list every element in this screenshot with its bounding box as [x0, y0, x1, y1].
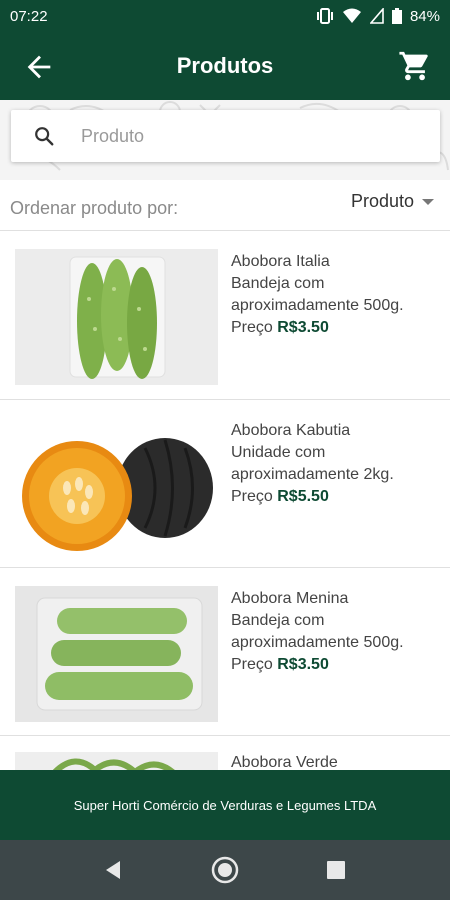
product-item[interactable]: Abobora Italia Bandeja com aproximadamen…	[0, 231, 450, 399]
product-image-abobora-kabutia	[15, 418, 218, 554]
product-name: Abobora Kabutia	[231, 422, 351, 439]
price-value: R$3.50	[277, 656, 329, 673]
system-navigation-bar	[0, 840, 450, 900]
price-label: Preço	[231, 656, 273, 673]
product-info: Abobora Menina Bandeja com aproximadamen…	[231, 588, 441, 676]
price-value: R$5.50	[277, 488, 329, 505]
app-bar: Produtos	[0, 32, 450, 100]
price-label: Preço	[231, 319, 273, 336]
product-name: Abobora Italia	[231, 253, 330, 270]
page-title: Produtos	[176, 53, 274, 78]
product-image-abobora-menina	[15, 586, 218, 722]
sort-row: Ordenar produto por: Produto	[0, 180, 450, 230]
status-time: 07:22	[10, 7, 48, 25]
footer: Super Horti Comércio de Verduras e Legum…	[0, 770, 450, 840]
battery-percent: 84%	[409, 7, 440, 25]
product-item[interactable]: Abobora Verde	[0, 736, 450, 770]
product-info: Abobora Italia Bandeja com aproximadamen…	[231, 251, 441, 339]
product-item[interactable]: Abobora Kabutia Unidade com aproximadame…	[0, 400, 450, 568]
product-desc-line1: Bandeja com	[231, 275, 325, 292]
battery-icon	[391, 8, 402, 24]
home-circle-icon[interactable]	[211, 856, 239, 884]
vibrate-icon	[316, 8, 333, 24]
product-info: Abobora Verde	[231, 752, 441, 770]
status-icons: 84%	[316, 8, 440, 25]
sort-label: Ordenar produto por:	[10, 198, 179, 218]
sort-selected-value: Produto	[350, 191, 414, 211]
product-desc-line2: aproximadamente 500g.	[231, 297, 404, 314]
chevron-down-icon	[422, 198, 434, 205]
wifi-icon	[342, 8, 361, 23]
product-desc-line1: Bandeja com	[231, 612, 325, 629]
product-price: Preço R$3.50	[231, 654, 441, 676]
search-icon	[35, 127, 54, 146]
sort-dropdown[interactable]: Produto	[351, 191, 434, 212]
search-input[interactable]	[79, 124, 403, 148]
arrow-left-icon[interactable]	[22, 50, 56, 84]
signal-icon	[369, 8, 384, 24]
product-name: Abobora Menina	[231, 590, 349, 607]
price-value: R$3.50	[277, 319, 329, 336]
cart-icon[interactable]	[398, 49, 432, 83]
product-image-abobora-verde	[15, 752, 218, 770]
footer-company-name: Super Horti Comércio de Verduras e Legum…	[73, 797, 377, 813]
price-label: Preço	[231, 488, 273, 505]
product-price: Preço R$5.50	[231, 486, 441, 508]
product-name: Abobora Verde	[231, 754, 338, 770]
product-item[interactable]: Abobora Menina Bandeja com aproximadamen…	[0, 568, 450, 736]
product-image-abobora-italia	[15, 249, 218, 385]
product-info: Abobora Kabutia Unidade com aproximadame…	[231, 420, 441, 508]
status-bar: 07:22 84%	[0, 0, 450, 32]
recents-square-icon[interactable]	[326, 860, 346, 880]
search-bar	[11, 110, 440, 162]
product-desc-line1: Unidade com	[231, 444, 326, 461]
back-triangle-icon[interactable]	[102, 859, 124, 881]
product-price: Preço R$3.50	[231, 317, 441, 339]
product-desc-line2: aproximadamente 2kg.	[231, 466, 394, 483]
product-desc-line2: aproximadamente 500g.	[231, 634, 404, 651]
